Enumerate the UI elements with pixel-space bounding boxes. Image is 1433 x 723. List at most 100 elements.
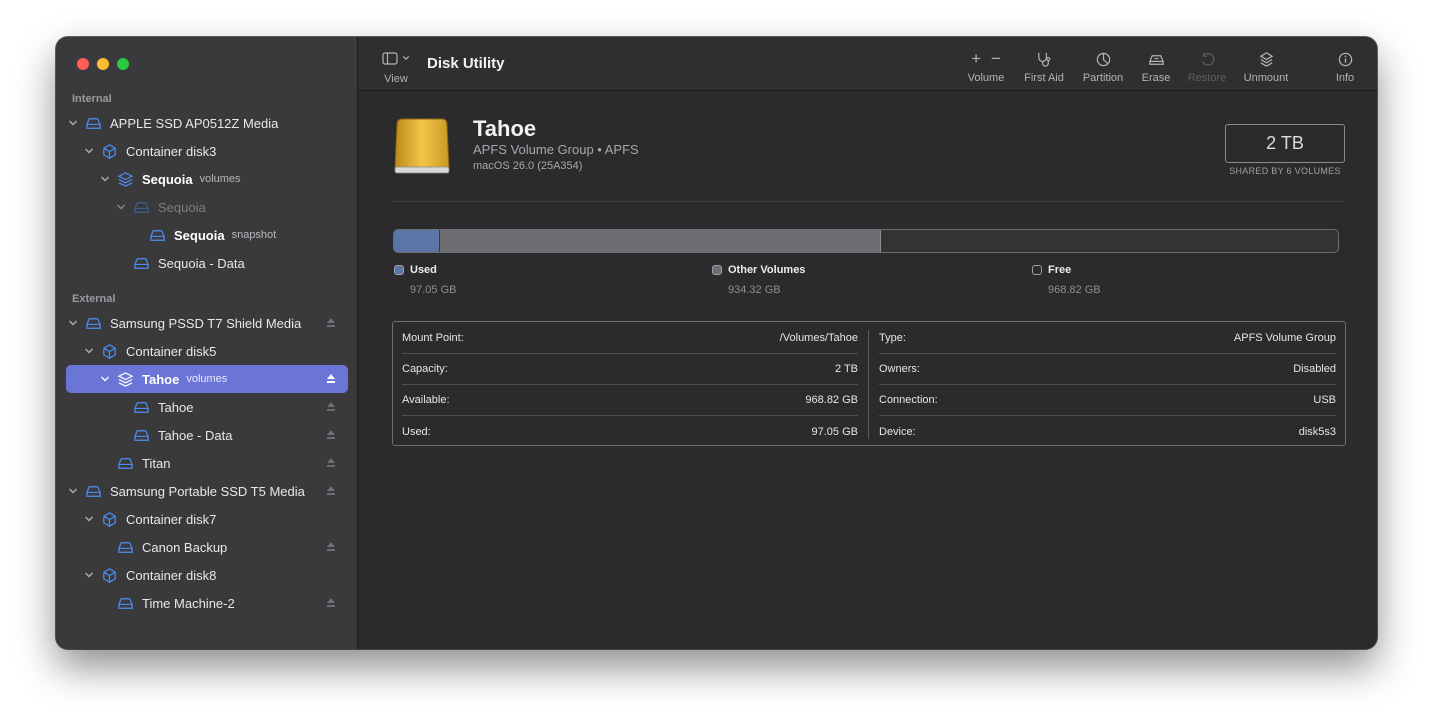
eject-icon[interactable]	[326, 429, 336, 440]
restore-arrow-icon	[1201, 52, 1214, 66]
sidebar-item-container-disk7[interactable]: Container disk7	[66, 505, 348, 533]
info-key: Connection:	[879, 394, 938, 406]
sidebar-item-sequoia-system[interactable]: Sequoia	[66, 193, 348, 221]
container-cube-icon	[100, 142, 118, 160]
sidebar-item-sequoia-snapshot[interactable]: Sequoia snapshot	[66, 221, 348, 249]
sidebar: Internal APPLE SSD AP0512Z Media Contain…	[56, 37, 358, 649]
pie-partition-icon	[1096, 52, 1110, 66]
sidebar-item-label: Container disk3	[126, 143, 217, 159]
unmount-button[interactable]: Unmount	[1240, 49, 1292, 84]
chevron-down-icon	[402, 55, 410, 61]
eject-icon[interactable]	[326, 457, 336, 468]
eject-icon[interactable]	[326, 401, 336, 412]
sidebar-item-label: Tahoe	[142, 371, 180, 387]
erase-label: Erase	[1141, 72, 1171, 84]
sidebar-item-tahoe-group[interactable]: Tahoe volumes	[66, 365, 348, 393]
capacity-box: 2 TB	[1225, 124, 1345, 163]
chevron-down-icon[interactable]	[82, 344, 96, 358]
close-button[interactable]	[77, 58, 89, 70]
legend-other-volumes: Other Volumes 934.32 GB	[712, 264, 805, 296]
chevron-down-icon[interactable]	[114, 200, 128, 214]
partition-button[interactable]: Partition	[1078, 49, 1128, 84]
chevron-down-icon[interactable]	[82, 568, 96, 582]
container-cube-icon	[100, 510, 118, 528]
sidebar-item-suffix: volumes	[199, 173, 241, 185]
remove-icon[interactable]: −	[991, 49, 1001, 69]
swatch-other	[712, 265, 722, 275]
sidebar-item-container-disk3[interactable]: Container disk3	[66, 137, 348, 165]
chevron-down-icon[interactable]	[66, 116, 80, 130]
legend-value: 97.05 GB	[410, 284, 457, 296]
sidebar-item-suffix: snapshot	[231, 229, 277, 241]
swatch-used	[394, 265, 404, 275]
sidebar-item-container-disk5[interactable]: Container disk5	[66, 337, 348, 365]
minimize-button[interactable]	[97, 58, 109, 70]
chevron-down-icon[interactable]	[82, 144, 96, 158]
restore-button[interactable]: Restore	[1185, 49, 1229, 84]
chevron-down-icon[interactable]	[98, 172, 112, 186]
external-drive-icon	[394, 118, 450, 174]
info-row: Device: disk5s3	[879, 416, 1336, 447]
section-external: External	[72, 293, 116, 305]
volume-group-icon	[116, 370, 134, 388]
unmount-label: Unmount	[1243, 72, 1289, 84]
info-button[interactable]: Info	[1333, 49, 1357, 84]
info-key: Device:	[879, 425, 916, 438]
view-button[interactable]: View	[379, 49, 413, 85]
container-cube-icon	[100, 566, 118, 584]
usage-segment-other	[440, 230, 881, 252]
usage-segment-used	[394, 230, 440, 252]
info-value: 2 TB	[834, 363, 858, 375]
sidebar-item-samsung-t5[interactable]: Samsung Portable SSD T5 Media	[66, 477, 348, 505]
info-table: Mount Point: /Volumes/Tahoe Capacity: 2 TB…	[392, 321, 1346, 446]
volume-name: Tahoe	[473, 116, 537, 141]
sidebar-item-label: Sequoia	[174, 227, 225, 243]
eject-icon[interactable]	[326, 485, 336, 496]
info-row: Type: APFS Volume Group	[879, 323, 1336, 354]
sidebar-item-titan[interactable]: Titan	[66, 449, 348, 477]
sidebar-item-label: Samsung Portable SSD T5 Media	[110, 483, 305, 499]
eject-icon[interactable]	[326, 541, 336, 552]
sidebar-item-label: Container disk5	[126, 343, 217, 359]
erase-drive-icon	[1148, 54, 1164, 65]
legend-used: Used 97.05 GB	[394, 264, 456, 296]
sidebar-item-time-machine[interactable]: Time Machine-2	[66, 589, 348, 617]
sidebar-item-label: Canon Backup	[142, 539, 228, 555]
stethoscope-icon	[1037, 52, 1050, 67]
sidebar-item-label: Tahoe - Data	[158, 427, 233, 443]
sidebar-item-tahoe-data[interactable]: Tahoe - Data	[66, 421, 348, 449]
info-row: Owners: Disabled	[879, 354, 1336, 385]
sidebar-item-tahoe[interactable]: Tahoe	[66, 393, 348, 421]
legend-value: 968.82 GB	[1048, 284, 1101, 296]
info-value: APFS Volume Group	[1233, 332, 1336, 344]
sidebar-item-apple-ssd[interactable]: APPLE SSD AP0512Z Media	[66, 109, 348, 137]
main-content: Tahoe APFS Volume Group • APFS macOS 26.…	[359, 92, 1377, 649]
eject-icon[interactable]	[326, 373, 336, 384]
sidebar-item-sequoia-data[interactable]: Sequoia - Data	[66, 249, 348, 277]
sidebar-item-label: Container disk7	[126, 511, 217, 527]
info-label: Info	[1335, 72, 1355, 84]
drive-icon	[132, 198, 150, 216]
unmount-icon	[1259, 51, 1273, 67]
first-aid-button[interactable]: First Aid	[1019, 49, 1069, 84]
add-icon[interactable]: +	[971, 49, 981, 69]
sidebar-item-samsung-t7[interactable]: Samsung PSSD T7 Shield Media	[66, 309, 348, 337]
sidebar-item-canon-backup[interactable]: Canon Backup	[66, 533, 348, 561]
swatch-free	[1032, 265, 1042, 275]
chevron-down-icon[interactable]	[82, 512, 96, 526]
chevron-down-icon[interactable]	[98, 372, 112, 386]
drive-icon	[132, 254, 150, 272]
sidebar-item-container-disk8[interactable]: Container disk8	[66, 561, 348, 589]
eject-icon[interactable]	[326, 597, 336, 608]
drive-icon	[116, 594, 134, 612]
erase-button[interactable]: Erase	[1138, 49, 1174, 84]
volume-subtitle: APFS Volume Group • APFS	[473, 142, 639, 157]
chevron-down-icon[interactable]	[66, 316, 80, 330]
sidebar-item-suffix: volumes	[186, 373, 228, 385]
zoom-button[interactable]	[117, 58, 129, 70]
volume-button[interactable]: + − Volume	[962, 49, 1010, 84]
sidebar-item-sequoia-group[interactable]: Sequoia volumes	[66, 165, 348, 193]
chevron-down-icon[interactable]	[66, 484, 80, 498]
eject-icon[interactable]	[326, 317, 336, 328]
container-cube-icon	[100, 342, 118, 360]
